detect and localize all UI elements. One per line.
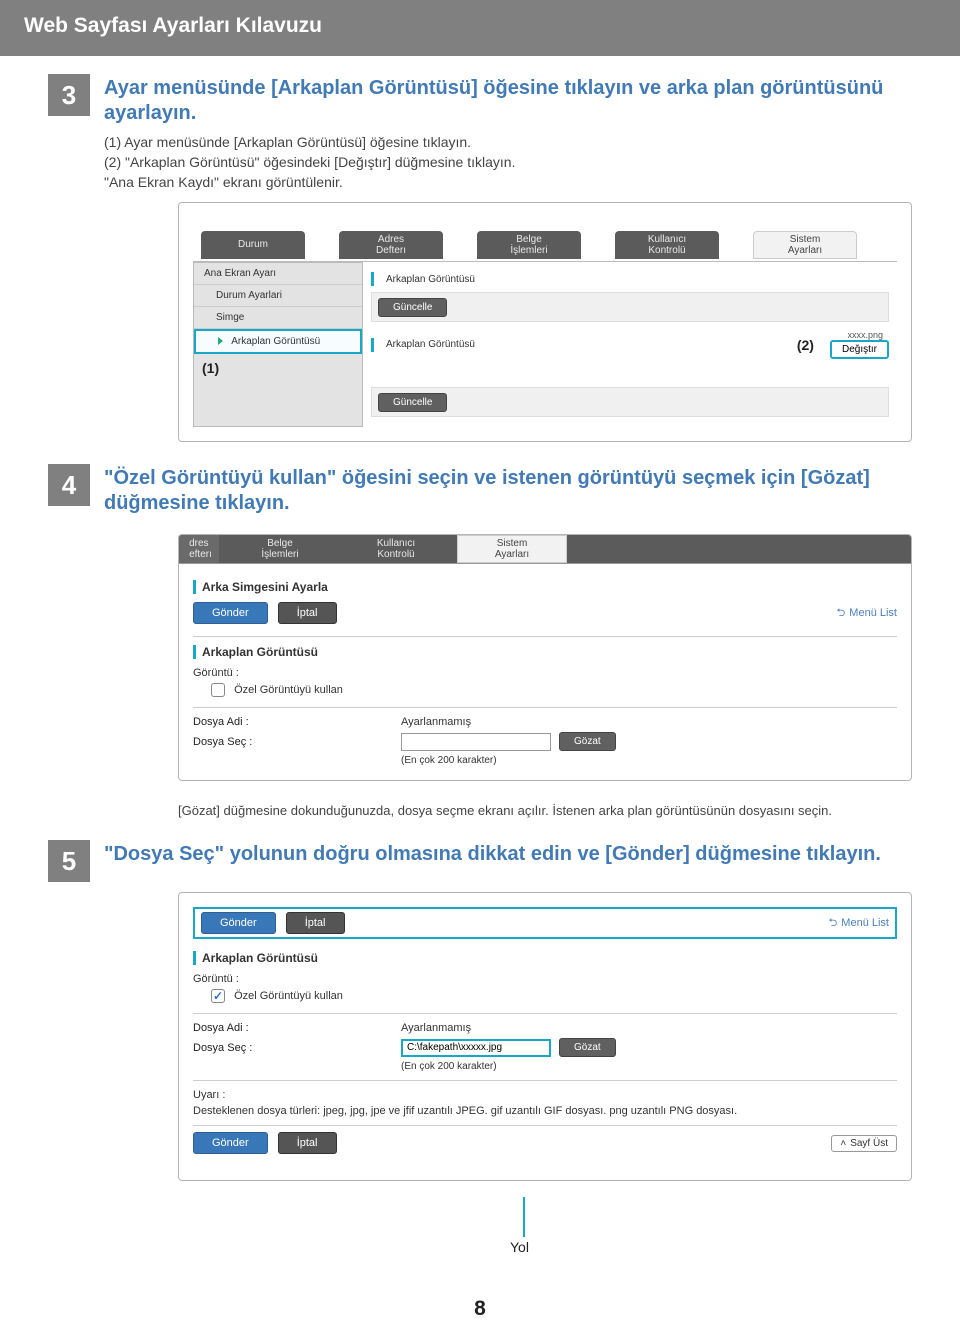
warning-label: Uyarı : [193,1089,897,1101]
step-3-number: 3 [48,74,90,116]
use-custom-checkbox[interactable] [211,683,225,697]
cancel-button[interactable]: İptal [278,602,337,624]
use-custom-label: Özel Görüntüyü kullan [234,990,343,1002]
menu-list-label: Menü List [841,917,889,929]
png-filename: xxxx.png [847,330,883,340]
return-icon: ⮌ [828,914,837,933]
warning-text: Desteklenen dosya türleri: jpeg, jpg, jp… [193,1105,897,1117]
cancel-button-bottom[interactable]: İptal [278,1132,337,1154]
step-3-title: Ayar menüsünde [Arkaplan Görüntüsü] öğes… [104,76,912,126]
tab-usercontrol[interactable]: Kullanıcı Kontrolü [615,231,719,259]
accent-bar-icon [193,645,196,659]
send-button-bottom[interactable]: Gönder [193,1132,268,1154]
use-custom-label: Özel Görüntüyü kullan [234,684,343,696]
tab-addressbook-partial[interactable]: dres efterı [179,535,219,563]
marker-1: (1) [194,354,362,406]
section-heading-bg: Arkaplan Görüntüsü [202,951,318,965]
step-5-title: "Dosya Seç" yolunun doğru olmasına dikka… [104,842,912,867]
tab-document[interactable]: Belge İşlemleri [477,231,581,259]
tab-status[interactable]: Durum [201,231,305,259]
screenshot-step5: Gönder İptal ⮌ Menü List Arkaplan Görüntü… [178,892,912,1181]
tab-document[interactable]: Belge İşlemleri [225,535,335,563]
step-5-number: 5 [48,840,90,882]
panel-heading-bg1: Arkaplan Görüntüsü [386,274,475,285]
page-top-button[interactable]: ˄ Sayf Üst [831,1135,897,1152]
marker-2: (2) [797,337,814,353]
file-select-input[interactable] [401,733,551,751]
step-3: 3 Ayar menüsünde [Arkaplan Görüntüsü] öğ… [48,74,912,192]
menu-list-link[interactable]: ⮌ Menü List [828,914,889,933]
step-4-caption: [Gözat] düğmesine dokunduğunuzda, dosya … [178,803,912,818]
sidenav-status-settings[interactable]: Durum Ayarlari [194,285,362,307]
path-callout-line [523,1197,525,1237]
chevron-up-icon: ˄ [840,1138,846,1149]
sidenav-home-setting[interactable]: Ana Ekran Ayarı [194,263,362,285]
screenshot-step4: dres efterı Belge İşlemleri Kullanıcı Ko… [178,534,912,781]
file-name-value: Ayarlanmamış [401,716,471,728]
sidenav-background-image[interactable]: Arkaplan Görüntüsü [194,329,362,354]
browse-button[interactable]: Gözat [559,732,616,751]
page-top-label: Sayf Üst [850,1138,888,1149]
accent-bar-icon [193,951,196,965]
sidenav-background-image-label: Arkaplan Görüntüsü [231,336,320,347]
step-4-title: "Özel Görüntüyü kullan" öğesini seçin ve… [104,466,912,516]
accent-bar-icon [193,580,196,594]
screenshot-step3: Durum Adres Defterı Belge İşlemleri Kull… [178,202,912,442]
section-heading-bg: Arkaplan Görüntüsü [202,645,318,659]
accent-bar-icon [371,338,374,352]
cancel-button[interactable]: İptal [286,912,345,934]
tab-systemsettings[interactable]: Sistem Ayarları [457,535,567,563]
step-4: 4 "Özel Görüntüyü kullan" öğesini seçin … [48,464,912,524]
image-label: Görüntü : [193,667,897,679]
file-name-label: Dosya Adi : [193,716,393,728]
change-button[interactable]: Değıştır [830,340,889,359]
guide-title: Web Sayfası Ayarları Kılavuzu [0,0,960,56]
update-button-2[interactable]: Güncelle [378,393,447,412]
use-custom-checkbox-checked[interactable] [211,989,225,1003]
tab-usercontrol[interactable]: Kullanıcı Kontrolü [341,535,451,563]
path-label: Yol [510,1239,529,1255]
update-button[interactable]: Güncelle [378,298,447,317]
send-button[interactable]: Gönder [201,912,276,934]
file-select-label: Dosya Seç : [193,1042,393,1054]
menu-list-label: Menü List [849,607,897,619]
file-select-label: Dosya Seç : [193,736,393,748]
path-callout: Yol [48,1203,912,1263]
max-chars-note: (En çok 200 karakter) [401,1061,897,1072]
send-button[interactable]: Gönder [193,602,268,624]
max-chars-note: (En çok 200 karakter) [401,755,897,766]
file-select-input-highlighted[interactable] [401,1039,551,1057]
browse-button[interactable]: Gözat [559,1038,616,1057]
file-name-label: Dosya Adi : [193,1022,393,1034]
caret-right-icon [218,336,229,347]
image-label: Görüntü : [193,973,897,985]
tab-systemsettings[interactable]: Sistem Ayarları [753,231,857,259]
menu-list-link[interactable]: ⮌ Menü List [836,604,897,623]
section-heading-icon-setup: Arka Simgesini Ayarla [202,580,328,594]
return-icon: ⮌ [836,604,845,623]
step-4-number: 4 [48,464,90,506]
file-name-value: Ayarlanmamış [401,1022,471,1034]
step-3-line-3: "Ana Ekran Kaydı" ekranı görüntülenir. [104,174,912,190]
step-3-line-1: (1) Ayar menüsünde [Arkaplan Görüntüsü] … [104,134,912,150]
side-nav: Ana Ekran Ayarı Durum Ayarlari Simge Ark… [193,262,363,427]
sidenav-icon[interactable]: Simge [194,307,362,329]
tab-addressbook[interactable]: Adres Defterı [339,231,443,259]
step-3-line-2: (2) "Arkaplan Görüntüsü" öğesindeki [Değ… [104,154,912,170]
accent-bar-icon [371,272,374,286]
step-5: 5 "Dosya Seç" yolunun doğru olmasına dik… [48,840,912,882]
panel-heading-bg2: Arkaplan Görüntüsü [386,339,475,350]
